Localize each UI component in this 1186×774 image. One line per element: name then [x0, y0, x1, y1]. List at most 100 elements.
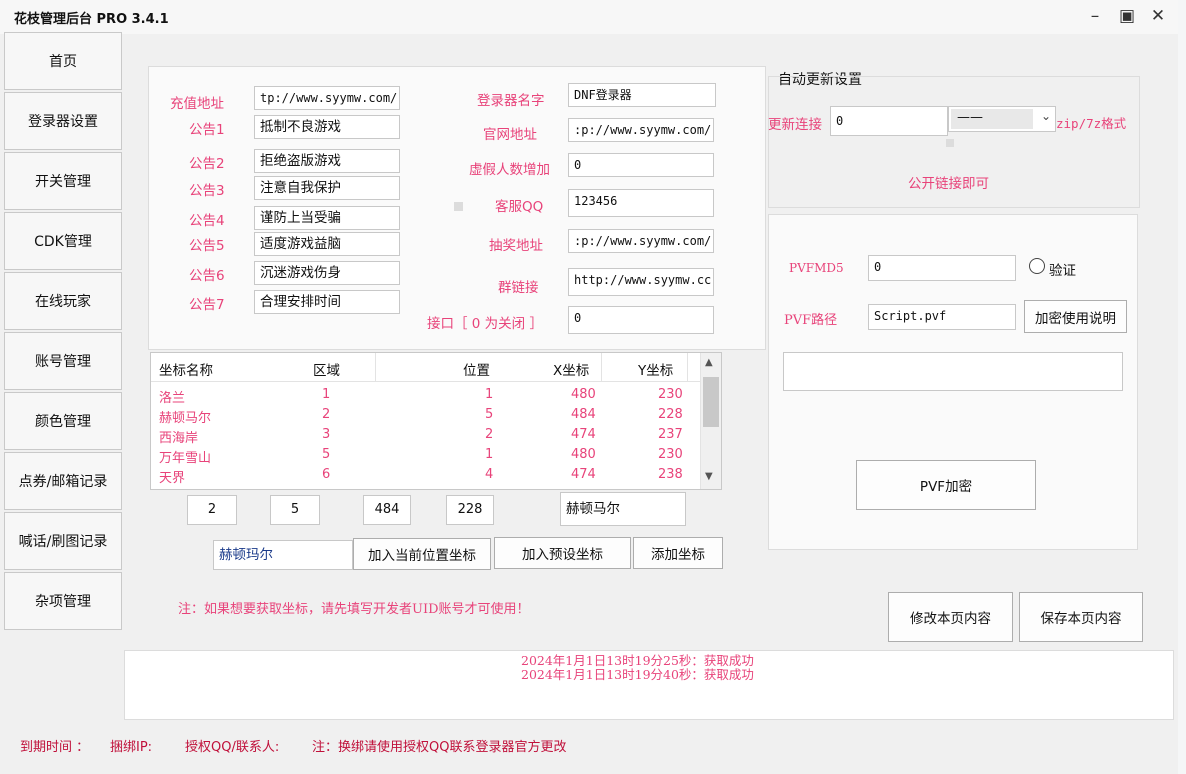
update-link-field[interactable]: 0	[830, 106, 948, 136]
fake-players-field[interactable]: 0	[568, 153, 714, 177]
notice4-label: 公告4	[189, 213, 225, 229]
notice6-field[interactable]: 沉迷游戏伤身	[254, 261, 400, 285]
save-page-button[interactable]: 保存本页内容	[1019, 592, 1143, 642]
cell-area: 5	[322, 447, 331, 462]
nav-item-accounts[interactable]: 账号管理	[4, 332, 122, 390]
notice1-label: 公告1	[189, 122, 225, 138]
nav-item-colors[interactable]: 颜色管理	[4, 392, 122, 450]
maximize-icon[interactable]: ▣	[1116, 6, 1138, 26]
log-area[interactable]: 2024年1月1日13时19分25秒：获取成功 2024年1月1日13时19分4…	[124, 650, 1174, 720]
coord-table-header: 坐标名称 区域 位置 X坐标 Y坐标	[151, 353, 701, 382]
add-current-coord-button[interactable]: 加入当前位置坐标	[353, 538, 491, 570]
notice5-field[interactable]: 适度游戏益脑	[254, 232, 400, 256]
pvf-path-field[interactable]: Script.pvf	[868, 304, 1016, 330]
cell-name: 洛兰	[159, 391, 186, 406]
cell-position: 4	[485, 467, 494, 482]
nav-item-home[interactable]: 首页	[4, 32, 122, 90]
pvf-md5-field[interactable]: 0	[868, 255, 1016, 281]
resize-handle[interactable]	[946, 139, 954, 147]
pvf-md5-label: PVFMD5	[789, 261, 844, 275]
cell-y: 238	[658, 467, 683, 482]
notice2-label: 公告2	[189, 156, 225, 172]
bind-ip-label: 捆绑IP:	[110, 740, 153, 755]
cell-y: 237	[658, 427, 683, 442]
cell-name: 天界	[159, 471, 186, 486]
nav-item-misc[interactable]: 杂项管理	[4, 572, 122, 630]
notice3-field[interactable]: 注意自我保护	[254, 176, 400, 200]
cell-y: 230	[658, 447, 683, 462]
small-checkbox[interactable]	[454, 202, 463, 211]
nav-item-chat-records[interactable]: 喊话/刷图记录	[4, 512, 122, 570]
col-header-area: 区域	[313, 363, 340, 379]
cell-x: 474	[571, 427, 596, 442]
notice6-label: 公告6	[189, 268, 225, 284]
pvf-encrypt-button[interactable]: PVF加密	[856, 460, 1036, 510]
port-label: 接口［ 0 为关闭 ］	[427, 316, 543, 332]
rebind-note: 注：换绑请使用授权QQ联系登录器官方更改	[312, 740, 567, 755]
pvf-output-field[interactable]	[783, 352, 1123, 391]
verify-label: 验证	[1049, 263, 1076, 279]
close-icon[interactable]: ✕	[1147, 6, 1169, 26]
notice1-field[interactable]: 抵制不良游戏	[254, 115, 400, 139]
cell-position: 5	[485, 407, 494, 422]
cell-area: 6	[322, 467, 331, 482]
update-format-value: ——	[957, 110, 983, 125]
cell-x: 480	[571, 387, 596, 402]
cell-y: 230	[658, 387, 683, 402]
edit-x-field[interactable]: 484	[363, 495, 411, 525]
notice7-field[interactable]: 合理安排时间	[254, 290, 400, 314]
notice4-field[interactable]: 谨防上当受骗	[254, 206, 400, 230]
cell-position: 1	[485, 387, 494, 402]
website-label: 官网地址	[483, 127, 537, 143]
cell-x: 480	[571, 447, 596, 462]
coord-table[interactable]: 坐标名称 区域 位置 X坐标 Y坐标 洛兰 1 1 480 230 赫顿马尔 2…	[150, 352, 722, 490]
cell-position: 1	[485, 447, 494, 462]
nav-item-cdk[interactable]: CDK管理	[4, 212, 122, 270]
launcher-name-label: 登录器名字	[477, 93, 545, 109]
fake-players-label: 虚假人数增加	[469, 162, 550, 178]
minimize-icon[interactable]: –	[1084, 6, 1106, 26]
verify-radio[interactable]	[1029, 258, 1045, 274]
nav-item-switches[interactable]: 开关管理	[4, 152, 122, 210]
recharge-url-field[interactable]: tp://www.syymw.com/	[254, 86, 400, 110]
update-format-select[interactable]: —— ⌄	[948, 106, 1056, 132]
notice7-label: 公告7	[189, 297, 225, 313]
launcher-name-field[interactable]: DNF登录器	[568, 83, 716, 107]
log-line: 2024年1月1日13时19分40秒：获取成功	[521, 667, 754, 682]
cell-area: 1	[322, 387, 331, 402]
coord-name-input[interactable]: 赫顿玛尔	[213, 540, 353, 570]
col-header-name: 坐标名称	[159, 363, 213, 379]
edit-y-field[interactable]: 228	[446, 495, 494, 525]
notice2-field[interactable]: 拒绝盗版游戏	[254, 149, 400, 173]
recharge-label: 充值地址	[170, 96, 224, 112]
nav-item-launcher-settings[interactable]: 登录器设置	[4, 92, 122, 150]
notice5-label: 公告5	[189, 238, 225, 254]
encrypt-help-button[interactable]: 加密使用说明	[1024, 300, 1127, 333]
scroll-down-icon[interactable]: ▼	[705, 471, 713, 482]
cell-name: 万年雪山	[159, 451, 212, 466]
nav-item-online-players[interactable]: 在线玩家	[4, 272, 122, 330]
scroll-up-icon[interactable]: ▲	[705, 357, 713, 368]
lottery-field[interactable]: :p://www.syymw.com/	[568, 229, 714, 253]
add-preset-coord-button[interactable]: 加入预设坐标	[494, 537, 631, 569]
col-header-position: 位置	[463, 363, 490, 379]
port-field[interactable]: 0	[568, 306, 714, 334]
service-qq-field[interactable]: 123456	[568, 189, 714, 217]
format-note: zip/7z格式	[1056, 116, 1127, 131]
title-bar[interactable]: 花枝管理后台 PRO 3.4.1 – ▣ ✕	[0, 0, 1178, 34]
chevron-down-icon[interactable]: ⌄	[1041, 109, 1051, 123]
edit-position-field[interactable]: 5	[270, 495, 320, 525]
pvf-path-label: PVF路径	[784, 313, 838, 328]
edit-area-field[interactable]: 2	[187, 495, 237, 525]
scroll-thumb[interactable]	[703, 377, 719, 427]
edit-name-field[interactable]: 赫顿马尔	[560, 492, 686, 526]
modify-page-button[interactable]: 修改本页内容	[888, 592, 1013, 642]
table-scrollbar[interactable]: ▲ ▼	[700, 353, 721, 489]
group-link-field[interactable]: http://www.syymw.cc	[568, 268, 714, 296]
log-line: 2024年1月1日13时19分25秒：获取成功	[521, 653, 754, 668]
website-field[interactable]: :p://www.syymw.com/	[568, 118, 714, 142]
cell-name: 赫顿马尔	[159, 411, 212, 426]
nav-item-points-mail[interactable]: 点券/邮箱记录	[4, 452, 122, 510]
cell-area: 2	[322, 407, 331, 422]
add-coord-button[interactable]: 添加坐标	[633, 537, 723, 569]
